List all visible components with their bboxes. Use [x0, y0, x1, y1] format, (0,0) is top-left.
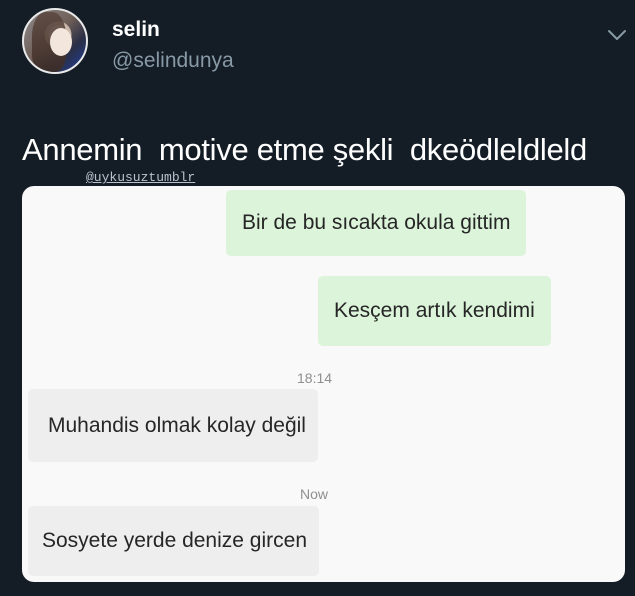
avatar-face: [50, 28, 72, 56]
sent-message: Kesçem artık kendimi: [318, 276, 551, 346]
tweet-text: Annemin motive etme şekli dkeödleldleld: [22, 132, 587, 167]
user-handle[interactable]: @selindunya: [112, 49, 234, 73]
chevron-down-icon[interactable]: [606, 24, 628, 46]
watermark: @uykusuztumblr: [86, 170, 196, 185]
avatar[interactable]: [22, 8, 88, 74]
received-message: Sosyete yerde denize gircen: [28, 506, 319, 576]
chat-screenshot: Bir de bu sıcakta okula gittim Kesçem ar…: [22, 186, 625, 582]
display-name[interactable]: selin: [112, 18, 160, 42]
sent-message: Bir de bu sıcakta okula gittim: [226, 190, 527, 256]
timestamp: Now: [300, 486, 329, 502]
received-message: Muhandis olmak kolay değil: [28, 389, 318, 462]
timestamp: 18:14: [297, 370, 333, 386]
